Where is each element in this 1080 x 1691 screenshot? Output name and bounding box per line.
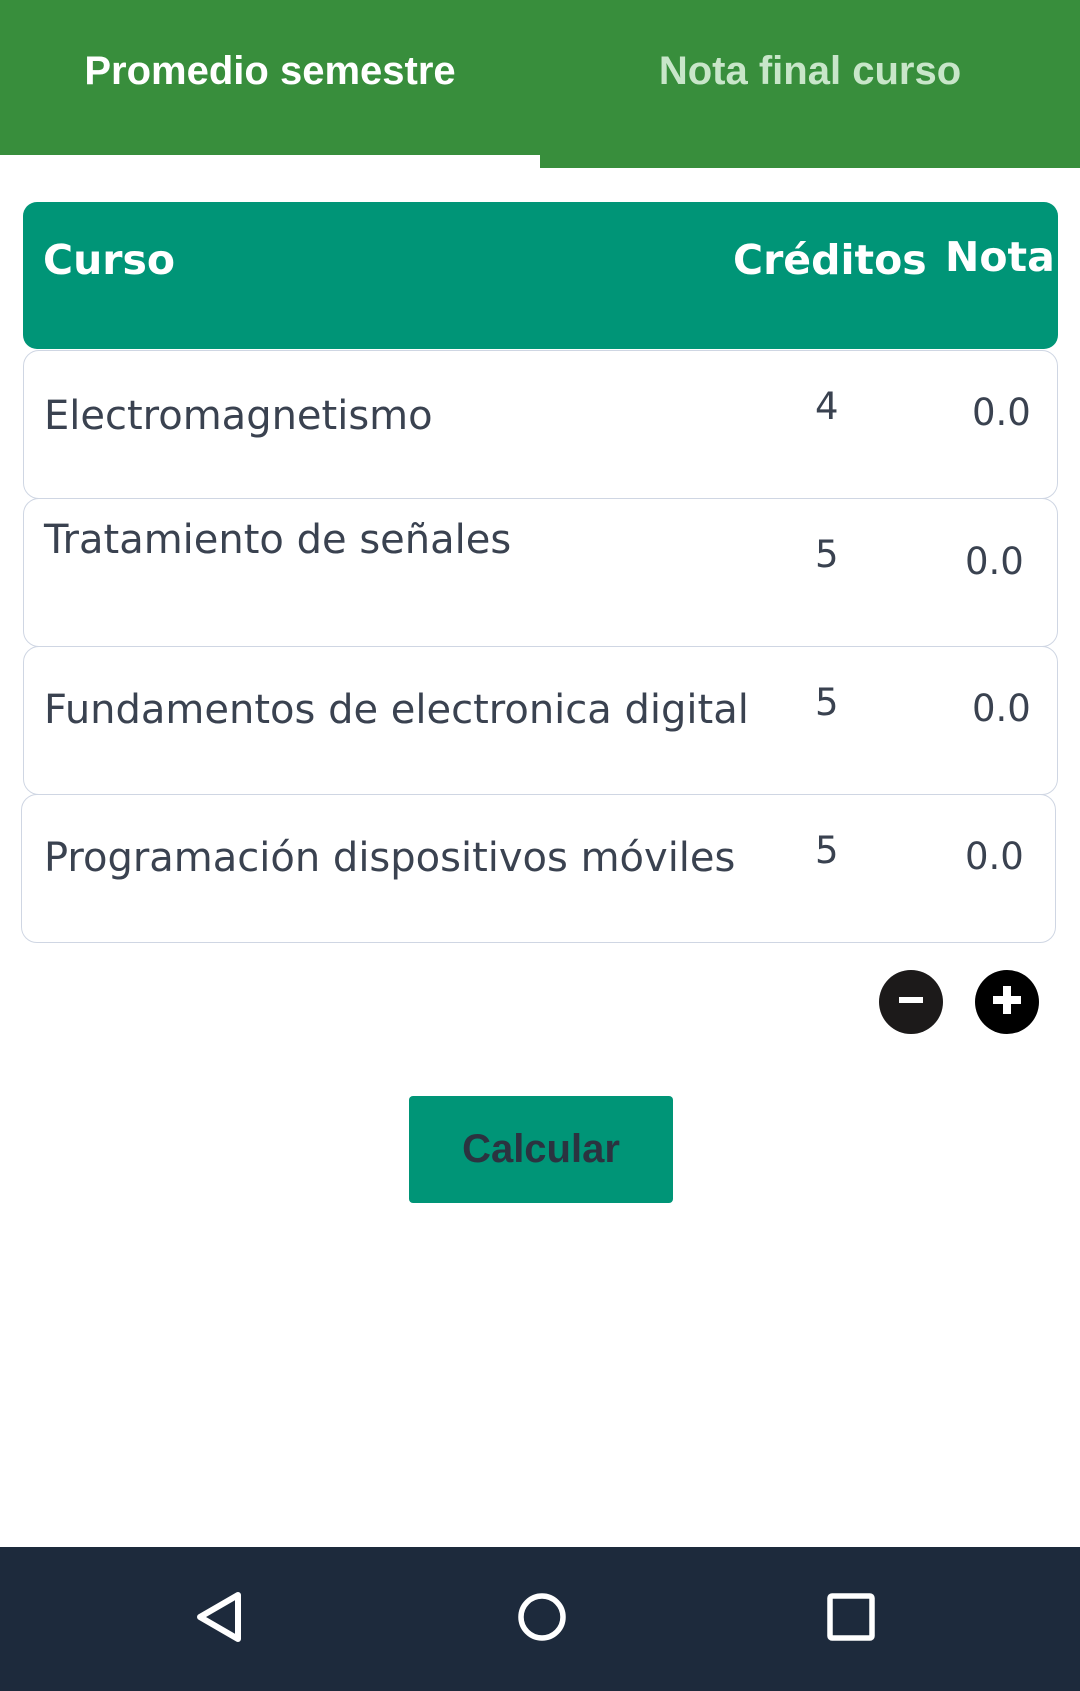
credits-field[interactable]: 4 (815, 385, 839, 428)
plus-circle-icon (990, 983, 1024, 1021)
header-grade: Nota (945, 233, 1055, 281)
grade-field[interactable]: 0.0 (965, 835, 1024, 878)
nav-back-button[interactable] (146, 1547, 290, 1691)
table-row[interactable]: Tratamiento de señales 5 0.0 (23, 498, 1058, 647)
course-name-field[interactable]: Tratamiento de señales (44, 517, 511, 563)
course-name-field[interactable]: Fundamentos de electronica digital (44, 687, 749, 733)
header-course: Curso (43, 236, 176, 284)
tab-promedio-semestre[interactable]: Promedio semestre (0, 0, 540, 155)
grade-field[interactable]: 0.0 (965, 540, 1024, 583)
remove-row-button[interactable] (879, 970, 943, 1034)
minus-circle-icon (896, 985, 926, 1019)
course-name-field[interactable]: Electromagnetismo (44, 393, 433, 439)
table-header: Curso Créditos Nota (23, 202, 1058, 349)
credits-field[interactable]: 5 (815, 829, 839, 872)
tab-bar: Promedio semestre Nota final curso (0, 0, 1080, 168)
add-row-button[interactable] (975, 970, 1039, 1034)
grade-field[interactable]: 0.0 (972, 687, 1031, 730)
course-name-field[interactable]: Programación dispositivos móviles (44, 835, 735, 881)
credits-field[interactable]: 5 (815, 681, 839, 724)
recents-square-icon (825, 1591, 877, 1647)
table-row[interactable]: Fundamentos de electronica digital 5 0.0 (23, 646, 1058, 795)
table-row[interactable]: Programación dispositivos móviles 5 0.0 (21, 794, 1056, 943)
nav-home-button[interactable] (470, 1547, 614, 1691)
grade-field[interactable]: 0.0 (972, 391, 1031, 434)
credits-field[interactable]: 5 (815, 533, 839, 576)
table-row[interactable]: Electromagnetismo 4 0.0 (23, 350, 1058, 499)
tab-nota-final-curso-label: Nota final curso (658, 49, 962, 93)
calculate-button[interactable]: Calcular (409, 1096, 673, 1203)
header-credits: Créditos (733, 236, 927, 284)
tab-nota-final-curso[interactable]: Nota final curso (540, 0, 1080, 168)
calculate-button-label: Calcular (462, 1127, 620, 1171)
back-triangle-icon (190, 1589, 246, 1649)
system-navigation-bar (0, 1547, 1080, 1691)
home-circle-icon (516, 1591, 568, 1647)
nav-recents-button[interactable] (779, 1547, 923, 1691)
tab-promedio-semestre-label: Promedio semestre (84, 49, 456, 93)
